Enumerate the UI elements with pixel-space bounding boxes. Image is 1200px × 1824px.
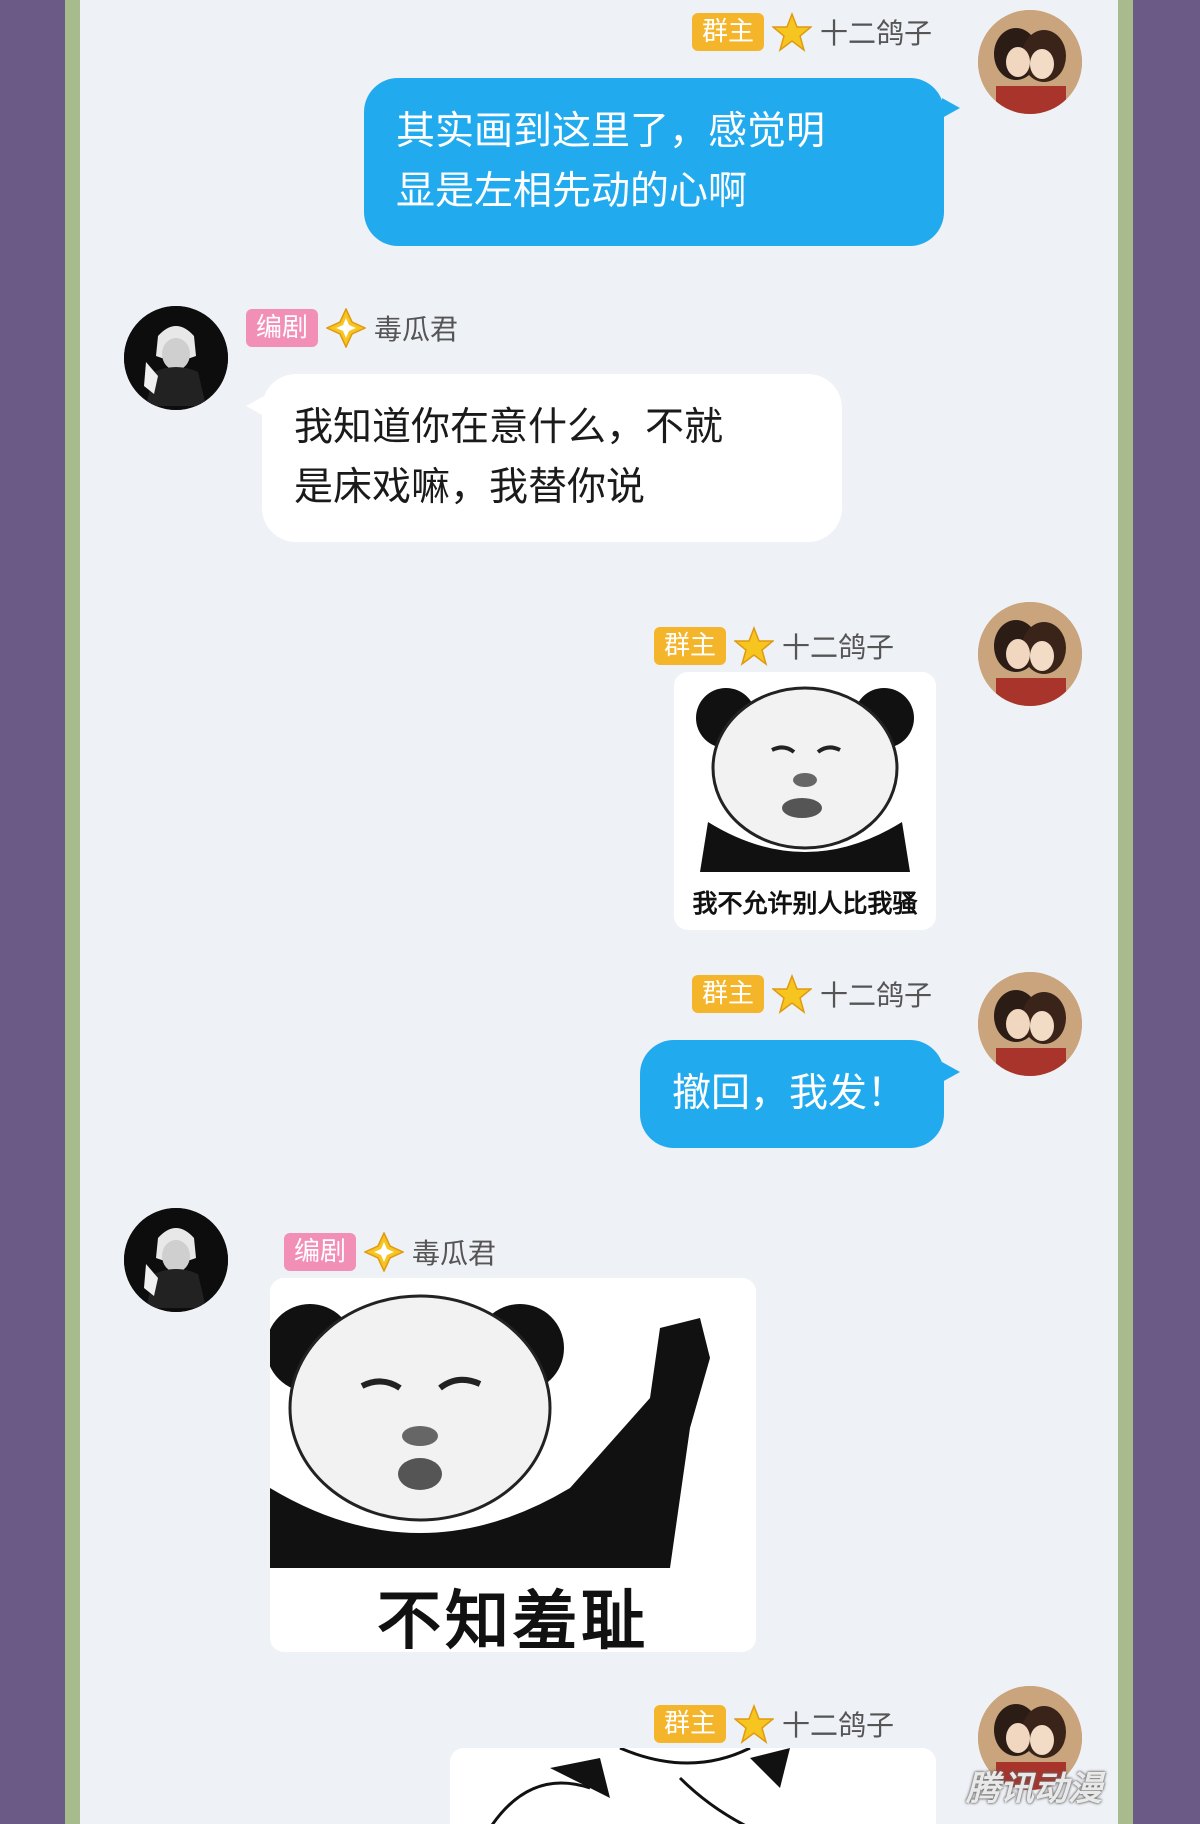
- sticker-message-2[interactable]: 不知羞耻: [270, 1278, 756, 1652]
- sender-meta-owner: 群主 十二鸽子: [692, 972, 932, 1016]
- sticker-caption: 不知羞耻: [377, 1585, 649, 1652]
- sender-name: 十二鸽子: [820, 979, 933, 1012]
- message-line: 显是左相先动的心啊: [396, 169, 748, 214]
- avatar-owner-image: [978, 10, 1082, 114]
- role-badge-owner: 群主: [692, 13, 765, 51]
- star-icon: [734, 1704, 775, 1744]
- role-badge-owner: 群主: [692, 975, 765, 1013]
- message-line: 其实画到这里了，感觉明: [396, 109, 826, 154]
- sticker-message-1[interactable]: 我不允许别人比我骚: [674, 672, 936, 930]
- bubble-tail: [942, 98, 960, 118]
- diamond-star-icon: [326, 308, 367, 348]
- panda-meme-image: [270, 1278, 756, 1568]
- message-bubble-3[interactable]: 撤回，我发！: [640, 1040, 944, 1148]
- watermark: 腾讯动漫: [966, 1769, 1102, 1809]
- sender-name: 毒瓜君: [412, 1237, 497, 1270]
- star-icon: [772, 974, 813, 1014]
- avatar-writer-image: [124, 306, 228, 410]
- sender-meta-writer: 编剧 毒瓜君: [284, 1230, 496, 1274]
- avatar-owner[interactable]: [978, 602, 1082, 706]
- sender-name: 十二鸽子: [782, 631, 895, 664]
- sticker-message-3[interactable]: [450, 1748, 936, 1824]
- sender-name: 十二鸽子: [782, 1709, 895, 1742]
- avatar-writer[interactable]: [124, 306, 228, 410]
- star-icon: [734, 626, 775, 666]
- bubble-tail: [942, 1062, 960, 1082]
- role-badge-writer: 编剧: [284, 1233, 357, 1271]
- sender-meta-owner: 群主 十二鸽子: [692, 10, 932, 54]
- avatar-owner-image: [978, 602, 1082, 706]
- sender-meta-owner: 群主 十二鸽子: [654, 1702, 894, 1746]
- sender-name: 十二鸽子: [820, 17, 933, 50]
- manga-sticker-image: [450, 1748, 936, 1824]
- sender-meta-writer: 编剧 毒瓜君: [246, 306, 458, 350]
- role-badge-owner: 群主: [654, 627, 727, 665]
- avatar-writer[interactable]: [124, 1208, 228, 1312]
- chat-panel[interactable]: 群主 十二鸽子 其实画到这里了，感觉明 显是左相先动的心啊 编剧 毒瓜君 我知道…: [80, 0, 1118, 1824]
- message-bubble-1[interactable]: 其实画到这里了，感觉明 显是左相先动的心啊: [364, 78, 944, 246]
- sender-meta-owner: 群主 十二鸽子: [654, 624, 894, 668]
- message-bubble-2[interactable]: 我知道你在意什么，不就 是床戏嘛，我替你说: [262, 374, 842, 542]
- star-icon: [772, 12, 813, 52]
- role-badge-owner: 群主: [654, 1705, 727, 1743]
- message-line: 撤回，我发！: [672, 1071, 907, 1116]
- panda-meme-image: [674, 672, 936, 882]
- role-badge-writer: 编剧: [246, 309, 319, 347]
- avatar-writer-image: [124, 1208, 228, 1312]
- avatar-owner-image: [978, 972, 1082, 1076]
- message-line: 我知道你在意什么，不就: [294, 405, 724, 450]
- sender-name: 毒瓜君: [374, 313, 459, 346]
- bubble-tail: [246, 396, 264, 416]
- sticker-caption: 我不允许别人比我骚: [692, 889, 918, 918]
- avatar-owner[interactable]: [978, 972, 1082, 1076]
- diamond-star-icon: [364, 1232, 405, 1272]
- avatar-owner[interactable]: [978, 10, 1082, 114]
- message-line: 是床戏嘛，我替你说: [294, 465, 646, 510]
